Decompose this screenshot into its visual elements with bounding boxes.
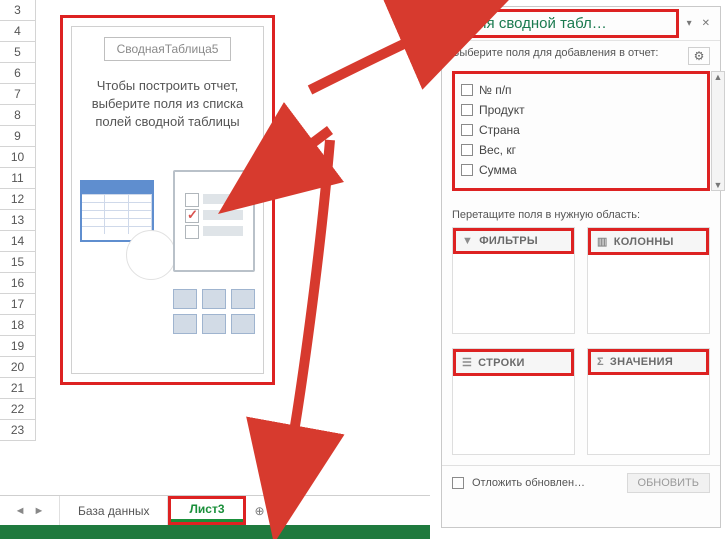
- row-header[interactable]: 8: [0, 105, 36, 126]
- row-header[interactable]: 14: [0, 231, 36, 252]
- field-label: Вес, кг: [479, 143, 516, 157]
- row-header[interactable]: 13: [0, 210, 36, 231]
- field-label: № п/п: [479, 83, 512, 97]
- values-icon: Σ: [597, 356, 604, 368]
- row-header[interactable]: 3: [0, 0, 36, 21]
- worksheet: 3 4 5 6 7 8 9 10 11 12 13 14 15 16 17 18…: [0, 0, 430, 539]
- row-header[interactable]: 5: [0, 42, 36, 63]
- choose-fields-row: Выберите поля для добавления в отчет: ⚙: [442, 41, 720, 67]
- row-headers: 3 4 5 6 7 8 9 10 11 12 13 14 15 16 17 18…: [0, 0, 36, 441]
- row-header[interactable]: 9: [0, 126, 36, 147]
- fields-list-highlight: № п/п Продукт Страна Вес, кг Сумма ▲ ▼: [452, 71, 710, 191]
- row-header[interactable]: 7: [0, 84, 36, 105]
- field-checkbox[interactable]: [461, 104, 473, 116]
- scroll-down-icon[interactable]: ▼: [714, 180, 723, 190]
- pivot-hint-line: выберите поля из списка: [92, 96, 243, 111]
- field-item[interactable]: Продукт: [461, 100, 701, 120]
- row-header[interactable]: 18: [0, 315, 36, 336]
- pane-close-icon[interactable]: ✕: [700, 18, 712, 29]
- pane-title: Поля сводной табл…: [450, 9, 679, 38]
- field-label: Страна: [479, 123, 520, 137]
- pane-title-row: Поля сводной табл… ▾ ✕: [442, 7, 720, 41]
- tab-nav: ◄ ►: [0, 496, 60, 525]
- pivot-hint: Чтобы построить отчет, выберите поля из …: [84, 77, 251, 132]
- zone-filters-header: ▼ ФИЛЬТРЫ: [453, 228, 574, 254]
- row-header[interactable]: 21: [0, 378, 36, 399]
- columns-icon: ▥: [597, 235, 608, 248]
- sheet-tabs-strip: ◄ ► База данных Лист3 ⊕: [0, 495, 430, 525]
- add-sheet-button[interactable]: ⊕: [246, 496, 274, 525]
- row-header[interactable]: 11: [0, 168, 36, 189]
- gear-icon: ⚙: [694, 49, 705, 63]
- zone-rows-label: СТРОКИ: [478, 357, 525, 369]
- zone-rows[interactable]: ☰ СТРОКИ: [452, 348, 575, 455]
- field-item[interactable]: Страна: [461, 120, 701, 140]
- update-button[interactable]: ОБНОВИТЬ: [627, 473, 710, 493]
- mini-circle-icon: [126, 230, 176, 280]
- row-header[interactable]: 4: [0, 21, 36, 42]
- zone-columns-label: КОЛОННЫ: [614, 236, 674, 248]
- drop-zones: ▼ ФИЛЬТРЫ ▥ КОЛОННЫ ☰ СТРОКИ Σ ЗНАЧЕНИЯ: [442, 227, 720, 465]
- row-header[interactable]: 22: [0, 399, 36, 420]
- field-checkbox[interactable]: [461, 84, 473, 96]
- row-header[interactable]: 6: [0, 63, 36, 84]
- zone-values-label: ЗНАЧЕНИЯ: [610, 356, 673, 368]
- defer-checkbox[interactable]: [452, 477, 464, 489]
- mini-panel-icon: [173, 170, 255, 272]
- sheet-tab-data[interactable]: База данных: [60, 496, 168, 525]
- field-item[interactable]: Сумма: [461, 160, 701, 180]
- zone-filters[interactable]: ▼ ФИЛЬТРЫ: [452, 227, 575, 334]
- field-label: Сумма: [479, 163, 517, 177]
- zone-values-header: Σ ЗНАЧЕНИЯ: [588, 349, 709, 375]
- pivot-hint-line: полей сводной таблицы: [95, 114, 239, 129]
- field-item[interactable]: № п/п: [461, 80, 701, 100]
- scroll-up-icon[interactable]: ▲: [714, 72, 723, 82]
- field-checkbox[interactable]: [461, 164, 473, 176]
- row-header[interactable]: 23: [0, 420, 36, 441]
- defer-label: Отложить обновлен…: [472, 477, 619, 489]
- tab-prev-icon[interactable]: ◄: [15, 505, 26, 517]
- rows-icon: ☰: [462, 356, 472, 369]
- sheet-tab-active-highlight: Лист3: [168, 496, 245, 525]
- pivot-diagram: [84, 162, 251, 332]
- row-header[interactable]: 15: [0, 252, 36, 273]
- pivot-name-box: СводнаяТаблица5: [104, 37, 232, 61]
- pivot-placeholder[interactable]: СводнаяТаблица5 Чтобы построить отчет, в…: [71, 26, 264, 374]
- field-label: Продукт: [479, 103, 525, 117]
- sheet-tab-active[interactable]: Лист3: [171, 499, 242, 522]
- field-checkbox[interactable]: [461, 144, 473, 156]
- zone-columns[interactable]: ▥ КОЛОННЫ: [587, 227, 710, 334]
- mini-grid-icon: [173, 289, 255, 334]
- pane-dropdown-icon[interactable]: ▾: [685, 18, 694, 29]
- row-header[interactable]: 12: [0, 189, 36, 210]
- pivot-hint-line: Чтобы построить отчет,: [97, 78, 238, 93]
- zone-filters-label: ФИЛЬТРЫ: [479, 235, 538, 247]
- field-checkbox[interactable]: [461, 124, 473, 136]
- pane-footer: Отложить обновлен… ОБНОВИТЬ: [442, 465, 720, 499]
- row-header[interactable]: 20: [0, 357, 36, 378]
- status-bar: [0, 525, 430, 539]
- row-header[interactable]: 17: [0, 294, 36, 315]
- row-header[interactable]: 19: [0, 336, 36, 357]
- choose-fields-label: Выберите поля для добавления в отчет:: [452, 47, 688, 65]
- row-header[interactable]: 10: [0, 147, 36, 168]
- pivot-placeholder-highlight: СводнаяТаблица5 Чтобы построить отчет, в…: [60, 15, 275, 385]
- row-header[interactable]: 16: [0, 273, 36, 294]
- drag-zones-label: Перетащите поля в нужную область:: [442, 199, 720, 227]
- filter-icon: ▼: [462, 235, 473, 247]
- field-list-settings-button[interactable]: ⚙: [688, 47, 710, 65]
- tab-next-icon[interactable]: ►: [34, 505, 45, 517]
- zone-columns-header: ▥ КОЛОННЫ: [588, 228, 709, 255]
- zone-rows-header: ☰ СТРОКИ: [453, 349, 574, 376]
- fields-scrollbar[interactable]: ▲ ▼: [711, 71, 725, 191]
- pivot-fields-pane: Поля сводной табл… ▾ ✕ Выберите поля для…: [441, 6, 721, 528]
- zone-values[interactable]: Σ ЗНАЧЕНИЯ: [587, 348, 710, 455]
- field-item[interactable]: Вес, кг: [461, 140, 701, 160]
